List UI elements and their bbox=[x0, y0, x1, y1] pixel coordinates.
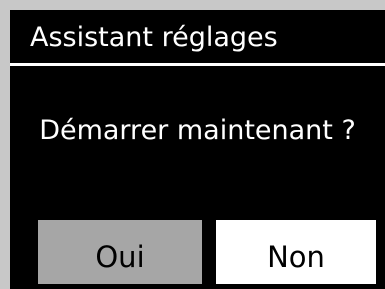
screen-title: Assistant réglages bbox=[30, 22, 278, 53]
no-button[interactable]: Non bbox=[216, 220, 376, 284]
confirmation-prompt: Démarrer maintenant ? bbox=[39, 115, 356, 146]
yes-button[interactable]: Oui bbox=[38, 220, 202, 284]
title-divider bbox=[10, 63, 385, 66]
display-screen: Assistant réglages Démarrer maintenant ?… bbox=[10, 10, 385, 289]
device-frame: Assistant réglages Démarrer maintenant ?… bbox=[0, 0, 385, 289]
